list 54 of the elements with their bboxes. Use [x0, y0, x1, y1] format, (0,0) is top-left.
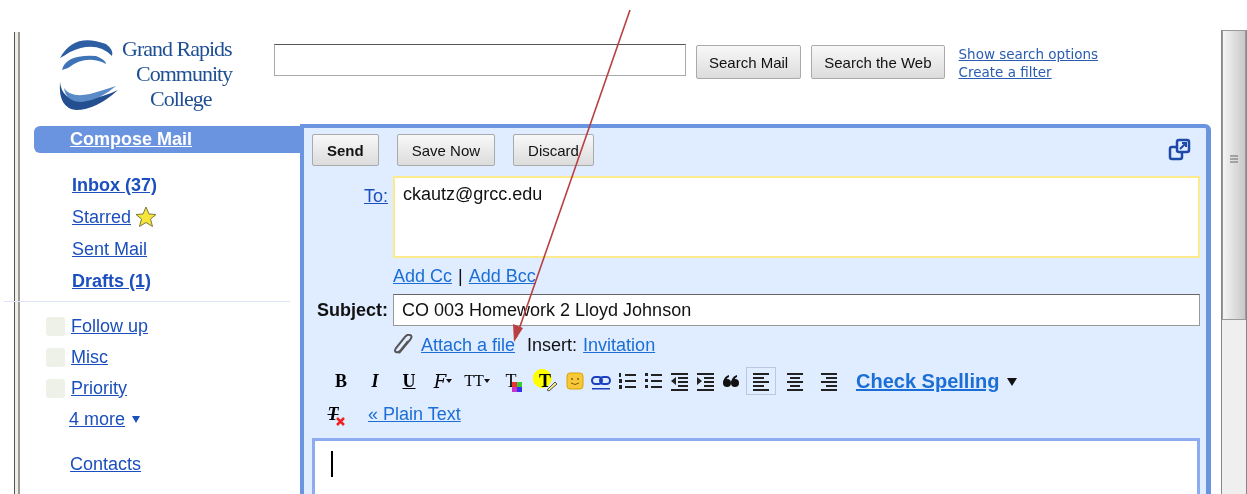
label-link[interactable]: Misc: [71, 346, 108, 368]
subject-label: Subject:: [317, 299, 388, 322]
numbered-list-icon[interactable]: [616, 370, 638, 392]
size-button[interactable]: TT: [462, 367, 492, 395]
compose-action-button[interactable]: Save Now: [396, 134, 496, 166]
to-field[interactable]: ckautz@grcc.edu: [393, 176, 1201, 258]
caret-icon: [483, 379, 490, 383]
text-color-button[interactable]: T: [496, 367, 526, 395]
indent-icon[interactable]: [694, 370, 716, 392]
message-body-field[interactable]: [312, 438, 1201, 494]
search-button[interactable]: Search the Web: [811, 45, 945, 79]
underline-button[interactable]: U: [394, 367, 424, 395]
folder-link[interactable]: Drafts (1): [72, 270, 151, 292]
label-link[interactable]: Follow up: [71, 315, 149, 337]
label-link[interactable]: Priority: [71, 377, 127, 399]
search-button[interactable]: Search Mail: [696, 45, 802, 79]
search-field[interactable]: [274, 44, 686, 76]
caret-icon: [131, 415, 142, 423]
align-left-button[interactable]: [746, 367, 776, 395]
scrollbar[interactable]: [1221, 30, 1247, 494]
caret-icon[interactable]: [1007, 376, 1018, 386]
folder-link[interactable]: Sent Mail: [72, 238, 148, 260]
plain-text-link[interactable]: « Plain Text: [368, 403, 461, 425]
paperclip-icon: [393, 334, 415, 356]
add-bcc-link[interactable]: Add Bcc: [468, 265, 536, 287]
college-logo-text: Grand Rapids Community College: [122, 35, 233, 111]
add-cc-link[interactable]: Add Cc: [393, 265, 453, 287]
caret-icon: [446, 379, 453, 383]
bold-button[interactable]: B: [326, 367, 356, 395]
align-center-icon: [784, 370, 806, 392]
compose-action-button[interactable]: Send: [312, 134, 379, 166]
smiley-icon[interactable]: [564, 370, 586, 392]
pop-out-icon[interactable]: [1168, 138, 1193, 162]
folder-link[interactable]: Starred: [72, 206, 132, 228]
search-link[interactable]: Show search options: [958, 45, 1099, 63]
folder-link[interactable]: Inbox (37): [72, 174, 157, 196]
to-link[interactable]: To:: [364, 176, 388, 258]
more-labels-link[interactable]: 4 more: [69, 408, 126, 430]
align-right-icon: [818, 370, 840, 392]
highlight-button[interactable]: T: [530, 367, 560, 395]
grip-icon: [1229, 155, 1240, 165]
check-spelling-link[interactable]: Check Spelling: [856, 369, 1000, 393]
compose-action-button[interactable]: Discard: [513, 134, 594, 166]
remove-formatting-button[interactable]: T: [318, 400, 348, 428]
attach-file-link[interactable]: Attach a file: [421, 334, 516, 356]
outdent-icon[interactable]: [668, 370, 690, 392]
align-left-icon: [750, 370, 772, 392]
search-link[interactable]: Create a filter: [958, 63, 1099, 81]
separator-text: |: [458, 265, 463, 287]
font-button[interactable]: F: [428, 367, 458, 395]
insert-label: Insert:: [527, 334, 578, 356]
contacts-link[interactable]: Contacts: [70, 453, 142, 475]
italic-button[interactable]: I: [360, 367, 390, 395]
invitation-link[interactable]: Invitation: [583, 334, 656, 356]
